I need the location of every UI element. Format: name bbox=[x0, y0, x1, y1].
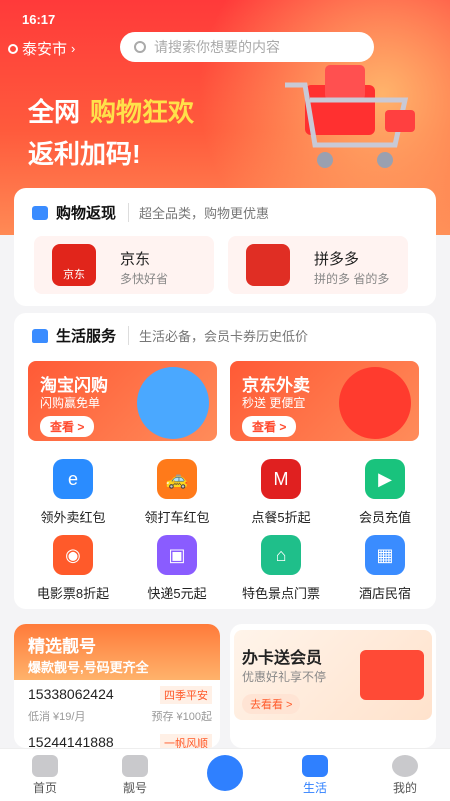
numbers-card[interactable]: 精选靓号 爆款靓号,号码更齐全 15338062424 四季平安 低消 ¥19/… bbox=[14, 624, 220, 748]
life-header: 生活服务 生活必备，会员卡券历史低价 bbox=[32, 325, 308, 346]
grid-item-movie[interactable]: ◉ 电影票8折起 bbox=[28, 535, 118, 602]
rebate-header: 购物返现 超全品类，购物更优惠 bbox=[32, 202, 269, 223]
number-tag: 四季平安 bbox=[160, 686, 212, 704]
promo-title: 淘宝闪购 bbox=[40, 376, 108, 395]
mascot-illustration bbox=[137, 367, 209, 439]
promo-title: 京东外卖 bbox=[242, 376, 310, 395]
hotel-icon: ▦ bbox=[365, 535, 405, 575]
tab-label: 生活 bbox=[302, 781, 327, 795]
promo-taobao[interactable]: 淘宝闪购 闪购赢免单 查看 > bbox=[28, 361, 217, 441]
shop-name: 拼多多 bbox=[314, 251, 360, 268]
scenic-ticket-icon: ⌂ bbox=[261, 535, 301, 575]
grid-item-hotel[interactable]: ▦ 酒店民宿 bbox=[340, 535, 430, 602]
promo-view-button[interactable]: 查看 > bbox=[40, 416, 95, 437]
grid-item-tickets[interactable]: ⌂ 特色景点门票 bbox=[236, 535, 326, 602]
gift-box-illustration bbox=[360, 650, 424, 700]
home-icon bbox=[32, 755, 58, 777]
rebate-card: 购物返现 超全品类，购物更优惠 京东 京东 多快好省 拼多多 拼的多 省的多 bbox=[14, 188, 436, 306]
grid-label: 领外卖红包 bbox=[40, 510, 106, 525]
grid-item-food-coupon[interactable]: e 领外卖红包 bbox=[28, 459, 118, 526]
pdd-logo-icon bbox=[246, 244, 290, 286]
tab-center[interactable] bbox=[180, 749, 270, 791]
numbers-item[interactable]: 15338062424 四季平安 低消 ¥19/月 预存 ¥100起 bbox=[28, 686, 212, 724]
grid-label: 点餐5折起 bbox=[251, 510, 311, 525]
envelope-icon bbox=[302, 755, 328, 777]
shop-pdd[interactable]: 拼多多 拼的多 省的多 bbox=[228, 236, 408, 294]
chevron-right-icon: › bbox=[71, 41, 76, 56]
number-tag: 一帆风顺 bbox=[160, 734, 212, 748]
fastfood-brands-icon: M bbox=[261, 459, 301, 499]
phone-number: 15244141888 bbox=[28, 734, 114, 748]
search-placeholder: 请搜索你想要的内容 bbox=[154, 39, 280, 55]
phone-number: 15338062424 bbox=[28, 686, 114, 702]
grid-label: 电影票8折起 bbox=[36, 586, 110, 601]
shop-jd[interactable]: 京东 京东 多快好省 bbox=[34, 236, 214, 294]
life-title: 生活服务 bbox=[56, 328, 117, 345]
rebate-subtitle: 超全品类，购物更优惠 bbox=[128, 203, 269, 222]
grid-label: 会员充值 bbox=[358, 510, 411, 525]
banner-headline-yellow: 购物狂欢 bbox=[90, 97, 195, 127]
package-icon: ▣ bbox=[157, 535, 197, 575]
vip-sub: 优惠好礼享不停 bbox=[242, 670, 327, 684]
tab-life[interactable]: 生活 bbox=[270, 749, 360, 796]
status-time: 16:17 bbox=[22, 12, 56, 27]
vip-go-button[interactable]: 去看看 > bbox=[242, 694, 301, 714]
grid-item-express[interactable]: ▣ 快递5元起 bbox=[132, 535, 222, 602]
grid-item-vip[interactable]: ▶ 会员充值 bbox=[340, 459, 430, 526]
promo-sub: 秒送 更便宜 bbox=[242, 396, 306, 410]
bottom-tab-bar: 首页 靓号 生活 我的 bbox=[0, 748, 450, 801]
shop-desc: 拼的多 省的多 bbox=[314, 272, 390, 286]
shop-name: 京东 bbox=[120, 251, 151, 268]
banner-headline-white: 全网 bbox=[28, 97, 81, 127]
life-subtitle: 生活必备，会员卡券历史低价 bbox=[128, 326, 308, 345]
life-services-card: 生活服务 生活必备，会员卡券历史低价 淘宝闪购 闪购赢免单 查看 > 京东外卖 … bbox=[14, 313, 436, 609]
search-icon bbox=[134, 41, 146, 53]
tab-label: 靓号 bbox=[122, 781, 147, 795]
location-selector[interactable]: 泰安市 › bbox=[8, 38, 75, 59]
jd-logo-icon: 京东 bbox=[52, 244, 96, 286]
location-city: 泰安市 bbox=[22, 41, 68, 58]
numbers-title: 精选靓号 bbox=[28, 637, 96, 656]
tab-label: 我的 bbox=[392, 781, 417, 795]
sim-card-icon bbox=[122, 755, 148, 777]
promo-jd-takeout[interactable]: 京东外卖 秒送 更便宜 查看 > bbox=[230, 361, 419, 441]
number-price-low: 低消 ¥19/月 bbox=[28, 711, 86, 723]
grid-item-taxi[interactable]: 🚕 领打车红包 bbox=[132, 459, 222, 526]
shopping-cart-illustration bbox=[285, 65, 415, 168]
taxi-icon: 🚕 bbox=[157, 459, 197, 499]
tab-mine[interactable]: 我的 bbox=[360, 749, 450, 796]
promo-sub: 闪购赢免单 bbox=[40, 396, 101, 410]
vip-title: 办卡送会员 bbox=[242, 650, 323, 667]
shop-desc: 多快好省 bbox=[120, 272, 169, 286]
location-pin-icon bbox=[8, 43, 18, 54]
grid-item-food[interactable]: M 点餐5折起 bbox=[236, 459, 326, 526]
tab-numbers[interactable]: 靓号 bbox=[90, 749, 180, 796]
numbers-subtitle: 爆款靓号,号码更齐全 bbox=[28, 660, 149, 675]
video-vip-icon: ▶ bbox=[365, 459, 405, 499]
wallet-icon bbox=[32, 205, 48, 220]
tab-label: 首页 bbox=[32, 781, 57, 795]
number-prepay: 预存 ¥100起 bbox=[151, 711, 212, 723]
rebate-title: 购物返现 bbox=[56, 205, 117, 222]
vip-card[interactable]: 办卡送会员 优惠好礼享不停 去看看 > bbox=[230, 624, 436, 748]
grid-label: 酒店民宿 bbox=[358, 586, 411, 601]
profile-icon bbox=[392, 755, 418, 777]
grid-label: 快递5元起 bbox=[147, 586, 207, 601]
tab-home[interactable]: 首页 bbox=[0, 749, 90, 796]
grid-label: 特色景点门票 bbox=[241, 586, 320, 601]
film-reel-icon: ◉ bbox=[53, 535, 93, 575]
courier-illustration bbox=[339, 367, 411, 439]
banner-headline: 全网 购物狂欢 bbox=[28, 92, 194, 129]
coupon-food-icon: e bbox=[53, 459, 93, 499]
house-icon bbox=[32, 328, 48, 343]
banner-subline: 返利加码! bbox=[28, 139, 141, 169]
grid-label: 领打车红包 bbox=[144, 510, 210, 525]
number-price-row: 低消 ¥19/月 预存 ¥100起 bbox=[28, 708, 212, 724]
promo-view-button[interactable]: 查看 > bbox=[242, 416, 297, 437]
customer-service-icon bbox=[207, 755, 243, 791]
numbers-item[interactable]: 15244141888 一帆风顺 bbox=[28, 734, 212, 748]
